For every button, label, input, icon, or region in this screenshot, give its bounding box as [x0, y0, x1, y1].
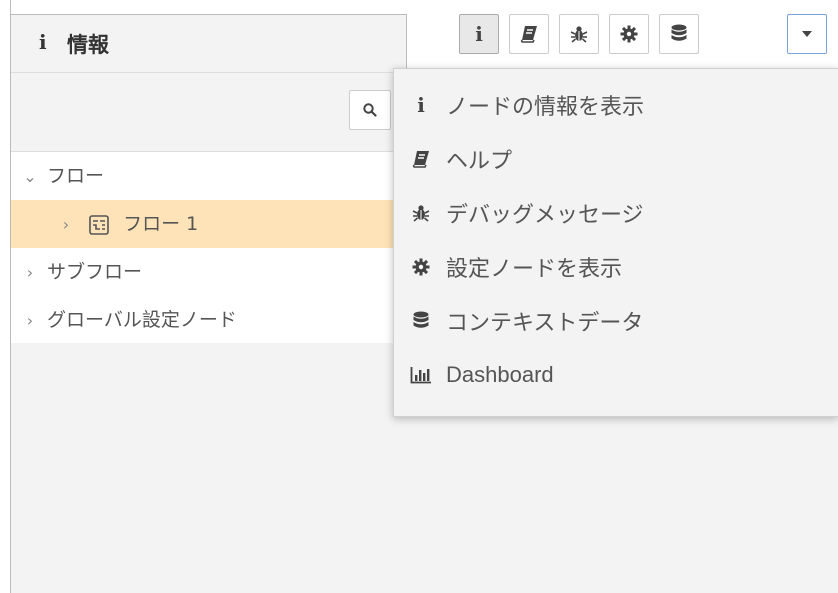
menu-item-context-data[interactable]: コンテキストデータ	[394, 294, 838, 348]
tab-info[interactable]: i 情報	[10, 14, 407, 72]
sidebar-menu-dropdown-button[interactable]	[787, 14, 827, 54]
menu-item-dashboard[interactable]: Dashboard	[394, 348, 838, 402]
book-icon	[520, 26, 537, 43]
menu-item-label: 設定ノードを表示	[446, 257, 623, 282]
caret-down-icon	[802, 31, 812, 37]
menu-item-help[interactable]: ヘルプ	[394, 132, 838, 186]
chevron-down-icon[interactable]: ⌄	[19, 153, 41, 201]
database-icon	[410, 311, 432, 331]
context-tab-button[interactable]	[659, 14, 699, 54]
menu-item-config-nodes[interactable]: 設定ノードを表示	[394, 240, 838, 294]
debug-tab-button[interactable]	[559, 14, 599, 54]
help-tab-button[interactable]	[509, 14, 549, 54]
menu-item-label: コンテキストデータ	[446, 311, 644, 336]
chevron-right-icon[interactable]: ›	[55, 201, 77, 249]
search-icon	[363, 103, 377, 117]
bug-icon	[410, 204, 432, 222]
tree-item-label: フロー	[47, 165, 105, 187]
menu-item-label: ノードの情報を表示	[446, 95, 645, 120]
book-icon	[410, 150, 432, 168]
menu-item-debug[interactable]: デバッグメッセージ	[394, 186, 838, 240]
info-icon: i	[475, 22, 483, 46]
bar-chart-icon	[410, 366, 432, 384]
config-nodes-tab-button[interactable]	[609, 14, 649, 54]
sidebar-tab-bar: i 情報 i	[10, 0, 838, 73]
tree-item-label: サブフロー	[47, 261, 143, 283]
gear-icon	[410, 258, 432, 276]
info-tab-button[interactable]: i	[459, 14, 499, 54]
bug-icon	[570, 26, 588, 43]
search-button[interactable]	[349, 90, 391, 130]
tab-info-label: 情報	[67, 33, 109, 57]
tree-item-label: グローバル設定ノード	[47, 309, 237, 331]
gear-icon	[620, 25, 638, 43]
flow-icon	[89, 214, 109, 235]
chevron-right-icon[interactable]: ›	[19, 297, 41, 345]
menu-item-label: デバッグメッセージ	[446, 203, 644, 228]
info-icon: i	[39, 30, 47, 54]
database-icon	[671, 24, 687, 41]
info-icon: i	[417, 93, 425, 117]
sidebar-dropdown-menu: i ノードの情報を表示 ヘルプ デバッグメッセージ 設定ノードを表示 コンテキス…	[393, 68, 838, 417]
menu-item-label: ヘルプ	[446, 149, 513, 174]
tree-item-label: フロー 1	[123, 213, 199, 235]
menu-item-info[interactable]: i ノードの情報を表示	[394, 78, 838, 132]
menu-item-label: Dashboard	[446, 362, 554, 387]
chevron-right-icon[interactable]: ›	[19, 249, 41, 297]
